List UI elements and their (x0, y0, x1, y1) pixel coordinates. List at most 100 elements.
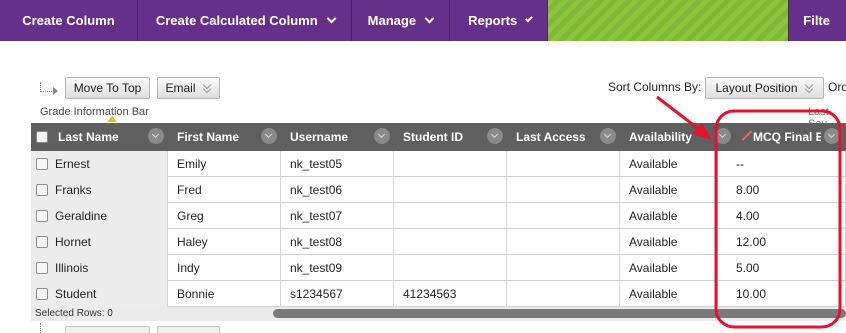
create-calculated-column-menu[interactable]: Create Calculated Column (138, 0, 352, 41)
row-action-arrow-icon (40, 323, 41, 333)
cell-last-access[interactable] (507, 229, 620, 255)
table-row[interactable]: Hornet Haley nk_test08 Available 12.00 (31, 229, 846, 255)
table-row[interactable]: Student Bonnie s1234567 41234563 Available 10… (31, 281, 846, 307)
horizontal-scrollbar[interactable] (273, 309, 846, 318)
cell-student-id[interactable] (394, 229, 507, 255)
sort-columns-value: Layout Position (715, 81, 798, 95)
column-menu-icon[interactable] (715, 128, 731, 144)
create-column-label: Create Column (22, 13, 115, 28)
sort-columns-label: Sort Columns By: (608, 80, 702, 94)
move-to-top-label: Move To Top (73, 81, 142, 95)
cell-availability[interactable]: Available (620, 203, 718, 229)
cell-username[interactable]: s1234567 (281, 281, 394, 307)
row-checkbox[interactable] (36, 210, 48, 222)
cell-last[interactable]: Student (31, 281, 168, 307)
cell-mcq[interactable]: 8.00 (718, 177, 846, 203)
column-header-label: Username (290, 130, 349, 144)
cell-username[interactable]: nk_test07 (281, 203, 394, 229)
email-button-bottom[interactable] (157, 326, 220, 333)
cell-student-id[interactable] (394, 151, 507, 177)
cell-student-id[interactable] (394, 177, 507, 203)
column-header-label: Last Name (58, 130, 119, 144)
cell-student-id[interactable] (394, 203, 507, 229)
cell-first[interactable]: Greg (168, 203, 281, 229)
double-chevron-down-icon (804, 83, 814, 93)
cell-availability[interactable]: Available (620, 255, 718, 281)
column-menu-icon[interactable] (824, 128, 840, 144)
filter-button[interactable]: Filte (789, 0, 846, 41)
selected-rows-label: Selected Rows: 0 (35, 308, 113, 319)
move-to-top-button-bottom[interactable] (65, 326, 150, 333)
cell-mcq[interactable]: 4.00 (718, 203, 846, 229)
cell-last[interactable]: Hornet (31, 229, 168, 255)
cell-last[interactable]: Illinois (31, 255, 168, 281)
caret-up-icon[interactable] (107, 116, 117, 122)
column-header-mcq-final[interactable]: MCQ Final E: (735, 123, 821, 151)
column-menu-icon[interactable] (261, 128, 277, 144)
move-to-top-button[interactable]: Move To Top (65, 77, 150, 99)
cell-last[interactable]: Geraldine (31, 203, 168, 229)
column-header-label: Last Access (516, 130, 586, 144)
cell-mcq[interactable]: -- (718, 151, 846, 177)
cell-availability[interactable]: Available (620, 177, 718, 203)
cell-availability[interactable]: Available (620, 281, 718, 307)
cell-last-access[interactable] (507, 151, 620, 177)
cell-first[interactable]: Haley (168, 229, 281, 255)
column-header-label: First Name (177, 130, 240, 144)
hidden-from-students-icon (741, 130, 752, 141)
cell-student-id[interactable] (394, 255, 507, 281)
cell-username[interactable]: nk_test09 (281, 255, 394, 281)
create-calculated-column-label: Create Calculated Column (155, 13, 318, 28)
cell-mcq[interactable]: 10.00 (718, 281, 846, 307)
cell-availability[interactable]: Available (620, 151, 718, 177)
column-header-label: Student ID (403, 130, 463, 144)
grade-information-bar-label: Grade Information Bar (40, 106, 149, 118)
column-header-label: MCQ Final E: (753, 130, 821, 144)
table-row[interactable]: Geraldine Greg nk_test07 Available 4.00 (31, 203, 846, 229)
column-header-label: Availability (629, 130, 692, 144)
cell-student-id[interactable]: 41234563 (394, 281, 507, 307)
sort-columns-select[interactable]: Layout Position (705, 77, 824, 99)
double-chevron-down-icon (202, 83, 212, 93)
manage-menu[interactable]: Manage (352, 0, 451, 41)
cell-last[interactable]: Ernest (31, 151, 168, 177)
column-menu-icon[interactable] (374, 128, 390, 144)
cell-mcq[interactable]: 12.00 (718, 229, 846, 255)
column-header-availability[interactable]: Availability (620, 123, 718, 151)
manage-label: Manage (367, 13, 417, 28)
cell-last-access[interactable] (507, 203, 620, 229)
reports-label: Reports (468, 13, 518, 28)
cell-mcq[interactable]: 5.00 (718, 255, 846, 281)
row-action-arrow-icon (40, 82, 58, 96)
order-label: Ord (828, 80, 846, 94)
row-checkbox[interactable] (36, 184, 48, 196)
cell-username[interactable]: nk_test05 (281, 151, 394, 177)
table-row[interactable]: Ernest Emily nk_test05 Available -- (31, 151, 846, 177)
table-row[interactable]: Illinois Indy nk_test09 Available 5.00 (31, 255, 846, 281)
reports-menu[interactable]: Reports (450, 0, 549, 41)
row-checkbox[interactable] (36, 236, 48, 248)
cell-first[interactable]: Fred (168, 177, 281, 203)
row-checkbox[interactable] (36, 158, 48, 170)
cell-last-access[interactable] (507, 177, 620, 203)
cell-username[interactable]: nk_test08 (281, 229, 394, 255)
row-checkbox[interactable] (36, 288, 48, 300)
row-checkbox[interactable] (36, 262, 48, 274)
cell-username[interactable]: nk_test06 (281, 177, 394, 203)
cell-first[interactable]: Emily (168, 151, 281, 177)
email-button[interactable]: Email (157, 77, 220, 99)
column-menu-icon[interactable] (487, 128, 503, 144)
table-row[interactable]: Franks Fred nk_test06 Available 8.00 (31, 177, 846, 203)
grid-header: Last Name First Name Username Student ID… (31, 123, 846, 151)
chevron-down-icon (326, 13, 337, 24)
cell-first[interactable]: Indy (168, 255, 281, 281)
cell-last[interactable]: Franks (31, 177, 168, 203)
cell-last-access[interactable] (507, 281, 620, 307)
column-menu-icon[interactable] (148, 128, 164, 144)
cell-availability[interactable]: Available (620, 229, 718, 255)
column-menu-icon[interactable] (600, 128, 616, 144)
cell-first[interactable]: Bonnie (168, 281, 281, 307)
select-all-checkbox[interactable] (36, 131, 48, 143)
cell-last-access[interactable] (507, 255, 620, 281)
create-column-button[interactable]: Create Column (0, 0, 138, 41)
